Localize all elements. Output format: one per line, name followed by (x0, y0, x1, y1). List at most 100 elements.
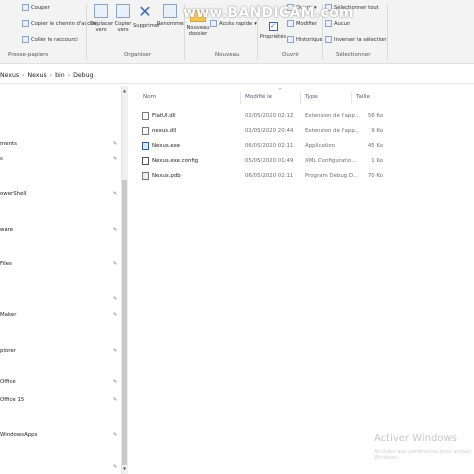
nav-item[interactable]: plorer (0, 348, 16, 354)
nav-item[interactable]: Maker (0, 312, 16, 318)
chevron-right-icon: › (67, 71, 71, 79)
breadcrumb-item[interactable]: Nexus (28, 72, 47, 79)
pin-icon: ✎ (113, 397, 118, 403)
copy-path-icon (22, 20, 29, 27)
file-size: 70 Ko (367, 173, 383, 179)
file-row-flatui-dll[interactable]: FlatUI.dll 02/05/2020 02:12 Extension de… (134, 112, 384, 122)
nav-item[interactable]: ware (0, 227, 13, 233)
quick-access-icon (210, 20, 217, 27)
copy-to-button[interactable]: Copier vers (112, 4, 134, 33)
invert-selection-icon (325, 36, 332, 43)
nav-item[interactable]: Files (0, 261, 12, 267)
file-modified: 05/05/2020 01:49 (245, 158, 294, 164)
file-list: ^ Nom Modifié le Type Taille FlatUI.dll … (128, 86, 474, 474)
pin-icon: ✎ (113, 464, 118, 470)
clipboard-group-label: Presse-papiers (8, 52, 49, 58)
scroll-up-icon[interactable]: ▲ (122, 88, 127, 94)
nav-item[interactable]: WindowsApps (0, 432, 37, 438)
nav-item[interactable]: Office 15 (0, 397, 24, 403)
column-header-name[interactable]: Nom (143, 94, 156, 100)
file-row-nexus-exe-config[interactable]: Nexus.exe.config 05/05/2020 01:49 XML Co… (134, 157, 384, 167)
bandicam-watermark: www.BANDICAM.com (183, 5, 354, 21)
activate-windows-subtitle: Accédez aux paramètres pour activer Wind… (374, 449, 472, 461)
history-icon (287, 36, 294, 43)
column-header-size[interactable]: Taille (356, 94, 370, 100)
file-row-nexus-dll[interactable]: nexus.dll 02/05/2020 20:44 Extension de … (134, 127, 384, 137)
file-size: 9 Ko (371, 128, 383, 134)
file-size: 1 Ko (371, 158, 383, 164)
select-none-icon (325, 20, 332, 27)
nav-scrollbar-thumb[interactable] (122, 180, 127, 465)
chevron-right-icon: › (22, 71, 25, 79)
dll-file-icon (142, 127, 149, 135)
organize-group-label: Organiser (124, 52, 151, 58)
copy-to-icon (116, 4, 130, 18)
pin-icon: ✎ (113, 379, 118, 385)
file-row-nexus-exe[interactable]: Nexus.exe 06/05/2020 02:11 Application 4… (134, 142, 384, 152)
file-size: 45 Ko (367, 143, 383, 149)
column-header-type[interactable]: Type (305, 94, 318, 100)
file-name: Nexus.exe.config (152, 158, 199, 164)
file-modified: 02/05/2020 20:44 (245, 128, 294, 134)
rename-button[interactable]: Renommer (157, 4, 185, 27)
delete-x-icon: ✕ (138, 2, 152, 21)
nav-item[interactable]: owerShell (0, 191, 26, 197)
file-row-nexus-pdb[interactable]: Nexus.pdb 06/05/2020 02:11 Program Debug… (134, 172, 384, 182)
pin-icon: ✎ (113, 156, 118, 162)
open-group-label: Ouvrir (282, 52, 300, 58)
paste-shortcut-icon (22, 36, 29, 43)
properties-check-icon: ✓ (268, 22, 278, 31)
modify-icon (287, 20, 294, 27)
cut-button[interactable]: Couper (22, 4, 50, 11)
column-header-modified[interactable]: Modifié le (245, 94, 272, 100)
breadcrumb: Nexus › Nexus › bin › Debug (0, 69, 93, 81)
pin-icon: ✎ (113, 227, 118, 233)
breadcrumb-item[interactable]: Nexus (0, 72, 19, 79)
scissors-icon (22, 4, 29, 11)
exe-file-icon (142, 142, 149, 150)
file-type: Application (305, 143, 336, 149)
select-group-label: Sélectionner (336, 52, 371, 58)
pin-icon: ✎ (113, 348, 118, 354)
pin-icon: ✎ (113, 141, 118, 147)
file-name: Nexus.exe (152, 143, 180, 149)
history-button[interactable]: Historique (287, 36, 323, 43)
navigation-pane: ments ✎ s ✎ owerShell ✎ ware ✎ Files ✎ ✎… (0, 86, 121, 474)
modify-button[interactable]: Modifier (287, 20, 317, 27)
pin-icon: ✎ (113, 312, 118, 318)
column-divider (300, 92, 301, 104)
file-modified: 06/05/2020 02:11 (245, 173, 294, 179)
delete-button[interactable]: ✕ Supprimer (133, 2, 160, 30)
column-divider (240, 92, 241, 104)
ribbon-separator (387, 4, 388, 60)
config-file-icon (142, 157, 149, 165)
new-group-label: Nouveau (215, 52, 240, 58)
dll-file-icon (142, 112, 149, 120)
breadcrumb-item[interactable]: Debug (73, 72, 93, 79)
column-divider (351, 92, 352, 104)
invert-selection-button[interactable]: Inverser la sélection (325, 36, 386, 43)
nav-item[interactable]: ments (0, 141, 17, 147)
properties-button[interactable]: ✓ Propriétés (259, 22, 287, 40)
breadcrumb-item[interactable]: bin (55, 72, 65, 79)
sort-up-icon: ^ (278, 88, 283, 94)
ribbon: Couper Copier le chemin d'accès Coller l… (0, 0, 474, 64)
pin-icon: ✎ (113, 261, 118, 267)
file-name: FlatUI.dll (152, 113, 176, 119)
paste-shortcut-button[interactable]: Coller le raccourci (22, 36, 78, 43)
quick-access-button[interactable]: Accès rapide ▾ (210, 20, 257, 27)
copy-path-button[interactable]: Copier le chemin d'accès (22, 20, 96, 27)
nav-item[interactable]: Office (0, 379, 16, 385)
pdb-file-icon (142, 172, 149, 180)
scroll-down-icon[interactable]: ▼ (122, 466, 127, 472)
rename-icon (163, 4, 177, 18)
pin-icon: ✎ (113, 296, 118, 302)
select-none-button[interactable]: Aucun (325, 20, 350, 27)
address-bar[interactable]: Nexus › Nexus › bin › Debug (0, 66, 474, 84)
move-to-button[interactable]: Déplacer vers (90, 4, 113, 33)
activate-windows-title: Activer Windows (374, 433, 457, 444)
pin-icon: ✎ (113, 432, 118, 438)
file-modified: 02/05/2020 02:12 (245, 113, 294, 119)
file-size: 56 Ko (367, 113, 383, 119)
nav-item[interactable]: s (0, 156, 3, 162)
